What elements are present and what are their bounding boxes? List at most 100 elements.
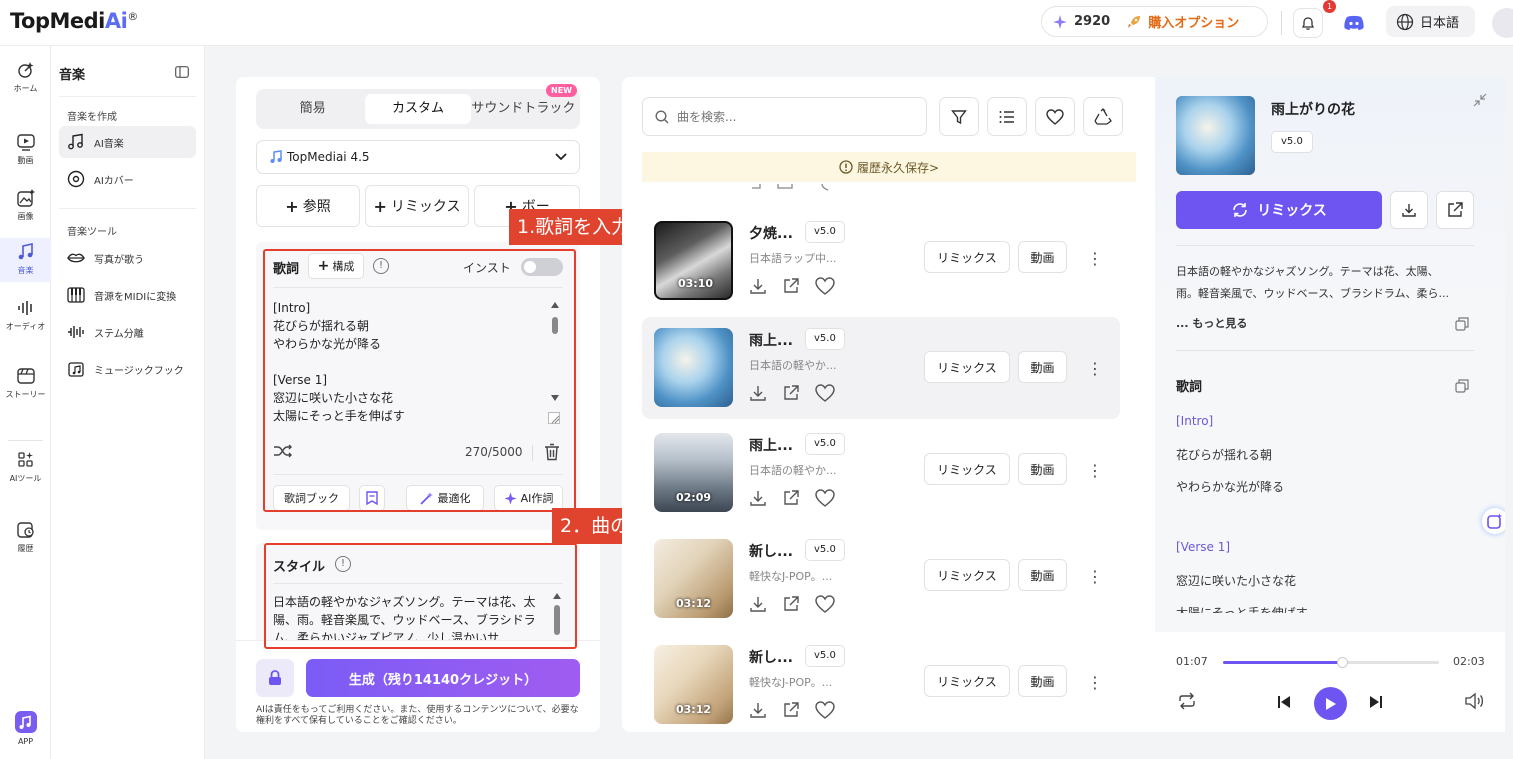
mode-tabs: 簡易 カスタム サウンドトラック: [256, 89, 580, 129]
search-box[interactable]: [642, 97, 927, 136]
sidebar-item-ai-cover[interactable]: AIカバー: [59, 163, 196, 195]
recycle-icon: [1094, 107, 1112, 125]
video-button[interactable]: 動画: [1018, 665, 1067, 697]
credits-pill[interactable]: 2920 購入オプション: [1041, 6, 1268, 37]
tab-simple[interactable]: 簡易: [260, 94, 365, 124]
heart-icon[interactable]: [815, 384, 835, 402]
more-icon[interactable]: ⋮: [1087, 673, 1103, 692]
download-icon[interactable]: [749, 701, 767, 719]
remix-button[interactable]: リミックス: [924, 351, 1010, 383]
more-icon[interactable]: ⋮: [1087, 567, 1103, 586]
avatar[interactable]: [1492, 8, 1513, 38]
remix-tab-button[interactable]: + リミックス: [365, 185, 469, 227]
music-sidebar: 音楽 音楽を作成 AI音楽 AIカバー 音楽ツール 写真が歌う 音源をMIDIに…: [51, 46, 205, 759]
lyric-line: 窓辺に咲いた小さな花: [1176, 574, 1297, 588]
share-icon[interactable]: [782, 277, 800, 295]
share-icon[interactable]: [782, 384, 800, 402]
sidebar-item-stem[interactable]: ステム分離: [59, 316, 196, 348]
lyric-line: [Verse 1]: [1176, 540, 1231, 554]
heart-icon[interactable]: [815, 701, 835, 719]
buy-options-link[interactable]: 購入オプション: [1148, 12, 1239, 31]
download-icon[interactable]: [749, 277, 767, 295]
rail-item-app[interactable]: APP: [0, 710, 51, 746]
top-bar: TopMediAi® 2920 購入オプション 1 日本語: [0, 0, 1513, 46]
copy-icon[interactable]: [1455, 317, 1469, 331]
heart-icon[interactable]: [815, 595, 835, 613]
detail-remix-button[interactable]: リミックス: [1176, 191, 1382, 229]
more-icon[interactable]: ⋮: [1087, 461, 1103, 480]
rail-item-history[interactable]: 履歴: [0, 520, 51, 554]
copy-icon[interactable]: [1455, 379, 1469, 393]
discord-button[interactable]: [1340, 9, 1368, 37]
list-view-button[interactable]: [987, 97, 1027, 136]
heart-icon[interactable]: [815, 489, 835, 507]
next-icon[interactable]: [1369, 695, 1383, 709]
history-notice[interactable]: 履歴永久保存>: [642, 152, 1136, 182]
detail-share-button[interactable]: [1436, 191, 1474, 229]
song-row[interactable]: 雨上... v5.0 日本語の軽やか... リミックス 動画 ⋮: [642, 317, 1120, 419]
recycle-button[interactable]: [1083, 97, 1123, 136]
song-row[interactable]: 03:12 新し... v5.0 軽快なJ-POP。... リミックス 動画 ⋮: [642, 637, 1120, 732]
volume-icon[interactable]: [1464, 692, 1484, 710]
notifications-button[interactable]: [1293, 8, 1323, 38]
sidebar-collapse-icon[interactable]: [175, 66, 189, 78]
previous-icon[interactable]: [1277, 695, 1291, 709]
rail-item-home[interactable]: ホーム: [0, 60, 51, 94]
repeat-icon[interactable]: [1177, 692, 1197, 710]
download-icon[interactable]: [749, 489, 767, 507]
download-icon[interactable]: [749, 384, 767, 402]
video-button[interactable]: 動画: [1018, 351, 1067, 383]
logo[interactable]: TopMediAi®: [10, 9, 138, 33]
sidebar-item-music-hook[interactable]: ミュージックフック: [59, 353, 196, 385]
rail-item-story[interactable]: ストーリー: [0, 366, 51, 400]
rail-item-ai-tools[interactable]: AIツール: [0, 450, 51, 484]
sidebar-item-photo-sing[interactable]: 写真が歌う: [59, 242, 196, 274]
globe-icon: [1396, 13, 1414, 30]
tab-custom[interactable]: カスタム: [365, 94, 471, 124]
remix-button[interactable]: リミックス: [924, 665, 1010, 697]
rail-item-music[interactable]: 音楽: [0, 238, 51, 282]
language-selector[interactable]: 日本語: [1386, 6, 1475, 37]
video-button[interactable]: 動画: [1018, 453, 1067, 485]
share-icon[interactable]: [782, 489, 800, 507]
rail-item-image[interactable]: 画像: [0, 188, 51, 222]
progress-bar[interactable]: [1223, 657, 1439, 668]
song-actions: [749, 277, 835, 295]
collapse-icon[interactable]: [1473, 93, 1487, 107]
share-icon[interactable]: [782, 595, 800, 613]
song-row[interactable]: 02:09 雨上... v5.0 日本語の軽やか... リミックス 動画 ⋮: [642, 425, 1120, 527]
remix-button[interactable]: リミックス: [924, 241, 1010, 273]
download-icon[interactable]: [749, 595, 767, 613]
language-label: 日本語: [1420, 16, 1460, 31]
song-row[interactable]: 03:10 夕焼... v5.0 日本語ラップ中... リミックス 動画 ⋮: [642, 213, 1120, 315]
more-icon[interactable]: ⋮: [1087, 359, 1103, 378]
show-more-link[interactable]: ... もっと見る: [1176, 315, 1247, 331]
play-button[interactable]: [1314, 687, 1347, 720]
lock-button[interactable]: [256, 659, 294, 697]
search-input[interactable]: [677, 109, 897, 124]
detail-download-button[interactable]: [1390, 191, 1428, 229]
video-button[interactable]: 動画: [1018, 241, 1067, 273]
sidebar-item-ai-music[interactable]: AI音楽: [59, 126, 196, 158]
rail-item-audio[interactable]: オーディオ: [0, 298, 51, 332]
song-title: 新し...: [749, 544, 793, 560]
sidebar-item-midi[interactable]: 音源をMIDIに変換: [59, 279, 196, 311]
remix-button[interactable]: リミックス: [924, 453, 1010, 485]
model-select[interactable]: TopMediai 4.5: [256, 140, 580, 174]
more-icon[interactable]: ⋮: [1087, 249, 1103, 268]
favorites-button[interactable]: [1035, 97, 1075, 136]
song-row[interactable]: 03:12 新し... v5.0 軽快なJ-POP。... リミックス 動画 ⋮: [642, 531, 1120, 633]
progress-knob[interactable]: [1336, 657, 1348, 668]
remix-button[interactable]: リミックス: [924, 559, 1010, 591]
song-thumbnail: 03:12: [654, 645, 733, 724]
heart-icon[interactable]: [815, 277, 835, 295]
video-button[interactable]: 動画: [1018, 559, 1067, 591]
generate-button[interactable]: 生成（残り14140クレジット）: [306, 659, 580, 697]
tab-soundtrack[interactable]: サウンドトラック: [471, 94, 576, 124]
filter-button[interactable]: [939, 97, 979, 136]
sidebar-title: 音楽: [59, 68, 86, 83]
share-icon[interactable]: [782, 701, 800, 719]
list-icon: [999, 110, 1014, 123]
rail-item-video[interactable]: 動画: [0, 132, 51, 166]
reference-button[interactable]: + 参照: [256, 185, 360, 227]
